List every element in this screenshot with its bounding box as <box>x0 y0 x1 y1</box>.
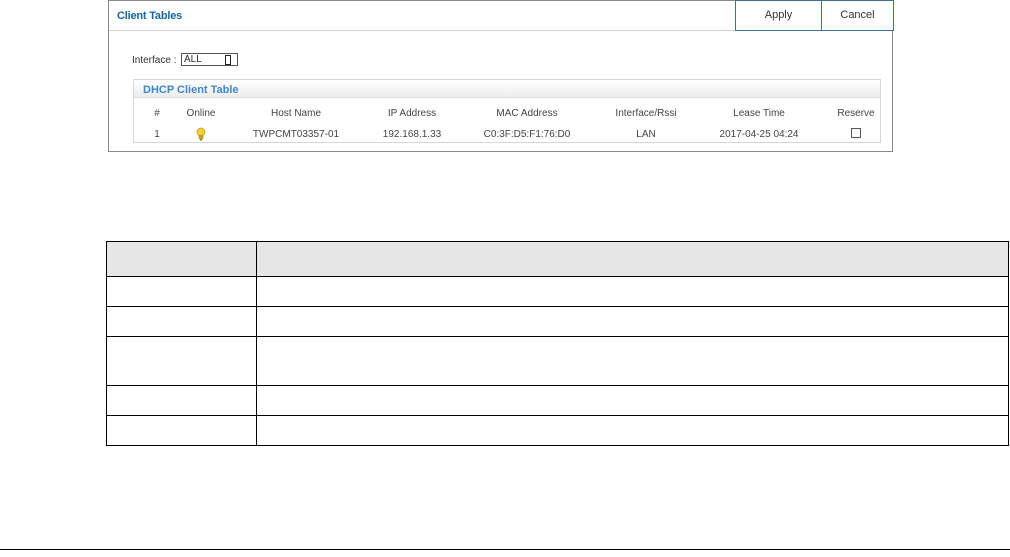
row-index: 1 <box>154 129 160 140</box>
row-host-name: TWPCMT03357-01 <box>252 129 340 140</box>
row-lease-time: 2017-04-25 04:24 <box>719 129 799 140</box>
column-header-ip-address: IP Address <box>387 108 437 119</box>
table-cell <box>106 415 257 446</box>
table-cell <box>256 415 1009 446</box>
column-header-mac-address: MAC Address <box>496 108 558 119</box>
header-cell-description <box>256 241 1009 277</box>
client-tables-panel: Client Tables Apply Cancel Interface : A… <box>108 0 894 152</box>
table-row <box>106 276 1009 307</box>
table-row <box>106 336 1009 386</box>
header-cell-label <box>106 241 257 277</box>
table-cell <box>106 336 257 386</box>
table-cell <box>256 306 1009 337</box>
row-mac-address: C0:3F:D5:F1:76:D0 <box>483 129 571 140</box>
panel-header: Client Tables Apply Cancel <box>109 0 894 31</box>
table-row <box>106 385 1009 416</box>
table-cell <box>256 276 1009 307</box>
table-row <box>106 306 1009 337</box>
table-cell <box>256 336 1009 386</box>
table-cell <box>256 385 1009 416</box>
description-table <box>106 241 1009 446</box>
footer-divider <box>0 549 1010 550</box>
table-row <box>106 415 1009 446</box>
interface-label: Interface : <box>132 55 177 66</box>
column-header-reserve: Reserve <box>837 108 875 119</box>
table-cell <box>106 306 257 337</box>
dhcp-table-title: DHCP Client Table <box>143 84 239 96</box>
table-cell <box>106 276 257 307</box>
row-ip-address: 192.168.1.33 <box>382 129 442 140</box>
dropdown-arrow-icon <box>225 55 231 65</box>
column-header-host-name: Host Name <box>270 108 322 119</box>
table-cell <box>106 385 257 416</box>
column-header-online: Online <box>186 108 216 119</box>
panel-title: Client Tables <box>117 10 183 22</box>
description-table-header <box>106 241 1009 277</box>
column-header-index: # <box>154 108 160 119</box>
reserve-checkbox[interactable] <box>851 128 861 138</box>
dhcp-client-table: DHCP Client Table # Online Host Name IP … <box>133 79 881 143</box>
column-header-lease-time: Lease Time <box>733 108 785 119</box>
cancel-button[interactable]: Cancel <box>821 0 894 31</box>
column-header-interface-rssi: Interface/Rssi <box>615 108 677 119</box>
row-interface: LAN <box>636 129 656 140</box>
apply-button[interactable]: Apply <box>735 0 822 31</box>
lightbulb-icon <box>196 127 206 146</box>
interface-select[interactable]: ALL <box>181 53 238 66</box>
dhcp-title-bar: DHCP Client Table <box>134 80 880 98</box>
interface-select-value: ALL <box>184 54 202 65</box>
